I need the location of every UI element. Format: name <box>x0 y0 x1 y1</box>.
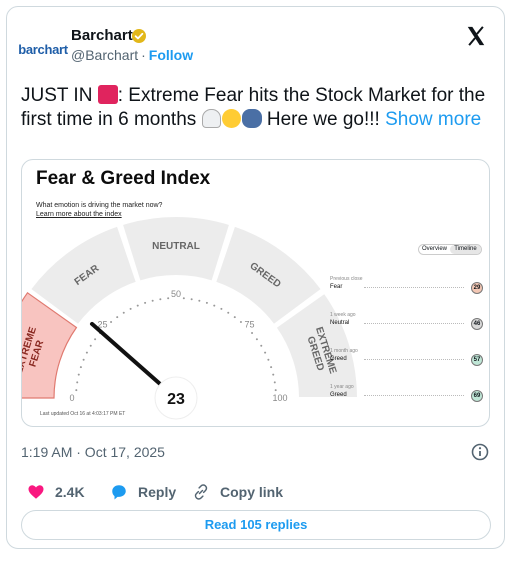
heart-icon <box>28 485 44 499</box>
history-divider <box>364 323 464 324</box>
history-badge: 69 <box>471 390 483 402</box>
screaming-face-emoji-icon <box>221 109 241 128</box>
last-updated-text: Last updated Oct 16 at 4:03:17 PM ET <box>40 411 126 417</box>
history-when: Previous close <box>330 276 363 282</box>
toggle-timeline: Timeline <box>450 245 481 254</box>
gauge-scale-dot <box>89 344 92 347</box>
gauge-scale-label: 0 <box>69 393 74 403</box>
info-icon[interactable] <box>471 443 489 461</box>
gauge-scale-dot <box>151 299 154 302</box>
copy-link-label: Copy link <box>220 484 284 500</box>
like-button[interactable]: 2.4K <box>27 483 85 501</box>
tweet-text-end: Here we go!!! <box>261 109 386 130</box>
gauge-scale-dot <box>227 311 230 314</box>
history-1-year: 1 year ago Greed 69 <box>330 384 483 402</box>
history-when: 1 year ago <box>330 384 354 390</box>
history-1-month: 1 month ago Greed 57 <box>330 348 483 366</box>
avatar[interactable]: barchart <box>18 31 68 67</box>
author-display-name[interactable]: Barchart <box>71 27 133 44</box>
people-hugging-emoji-icon <box>241 109 262 128</box>
gauge-scale-dot <box>167 297 170 300</box>
gauge-scale-dot <box>136 304 139 307</box>
x-logo-icon[interactable] <box>465 25 487 47</box>
gauge-scale-dot <box>159 298 162 301</box>
link-icon <box>194 484 208 500</box>
gauge-scale-dot <box>110 320 113 323</box>
gauge-scale-dot <box>190 298 193 301</box>
gauge-scale-dot <box>182 297 185 300</box>
read-replies-button[interactable]: Read 105 replies <box>21 510 491 540</box>
gauge-scale-label: 75 <box>245 319 255 329</box>
tweet-text: JUST IN : Extreme Fear hits the Stock Ma… <box>21 84 491 132</box>
author-handle[interactable]: @Barchart <box>71 47 138 63</box>
gauge-scale-dot <box>79 366 82 369</box>
gauge-scale-label: 100 <box>272 393 287 403</box>
gauge-scale-dot <box>144 301 147 304</box>
gauge-scale-label: 50 <box>171 289 181 299</box>
follow-button[interactable]: Follow <box>149 47 193 63</box>
like-count: 2.4K <box>55 484 85 500</box>
gauge-scale-dot <box>82 358 85 361</box>
tweet-timestamp[interactable]: 1:19 AM · Oct 17, 2025 <box>21 444 165 460</box>
history-badge: 57 <box>471 354 483 366</box>
ghost-emoji-icon <box>201 109 221 128</box>
history-badge: 29 <box>471 282 483 294</box>
history-1-week: 1 week ago Neutral 46 <box>330 312 483 330</box>
tweet-text-start: JUST IN <box>21 85 98 106</box>
gauge-segment-label: NEUTRAL <box>152 241 200 252</box>
media-image-card[interactable]: Fear & Greed Index What emotion is drivi… <box>21 159 490 427</box>
gauge-scale-dot <box>274 389 277 392</box>
history-divider <box>364 359 464 360</box>
gauge-scale-dot <box>85 351 88 354</box>
verified-badge-icon <box>132 29 146 43</box>
gauge-scale-dot <box>198 299 201 302</box>
gauge-scale-dot <box>270 366 273 369</box>
gauge-value: 23 <box>167 391 185 408</box>
gauge-scale-dot <box>272 373 275 376</box>
gauge-scale-dot <box>94 338 97 341</box>
gauge-scale-dot <box>239 320 242 323</box>
copy-link-button[interactable]: Copy link <box>192 483 283 501</box>
history-when: 1 month ago <box>330 348 358 354</box>
gauge-scale-dot <box>77 373 80 376</box>
reply-label: Reply <box>138 484 177 500</box>
view-toggle: Overview Timeline <box>418 244 482 255</box>
gauge-scale-dot <box>260 344 263 347</box>
history-previous-close: Previous close Fear 29 <box>330 276 483 294</box>
gauge-scale-dot <box>213 304 216 307</box>
gauge-scale-dot <box>75 389 78 392</box>
gauge-scale-dot <box>220 307 223 310</box>
toggle-overview: Overview <box>421 246 447 252</box>
show-more-link[interactable]: Show more <box>385 109 481 130</box>
gauge-scale-dot <box>251 332 254 335</box>
history-divider <box>364 395 464 396</box>
gauge-scale-dot <box>122 311 125 314</box>
reply-button[interactable]: Reply <box>110 483 176 501</box>
history-when: 1 week ago <box>330 312 356 318</box>
gauge-scale-dot <box>273 381 276 384</box>
action-bar: 2.4K Reply Copy link <box>21 483 491 505</box>
gauge-scale-dot <box>129 307 132 310</box>
siren-emoji-icon <box>97 85 118 104</box>
gauge-scale-dot <box>205 301 208 304</box>
history-divider <box>364 287 464 288</box>
gauge-scale-dot <box>233 316 236 319</box>
handle-row: @Barchart · Follow <box>71 47 193 63</box>
gauge-scale-dot <box>264 351 267 354</box>
history-badge: 46 <box>471 318 483 330</box>
tweet-card: barchart Barchart @Barchart · Follow JUST … <box>6 6 505 549</box>
gauge-scale-dot <box>255 338 258 341</box>
reply-bubble-icon <box>112 485 126 500</box>
gauge-scale-dot <box>76 381 79 384</box>
gauge-scale-dot <box>116 316 119 319</box>
gauge-scale-dot <box>267 358 270 361</box>
avatar-logo-text: barchart <box>18 41 68 57</box>
separator-dot: · <box>141 47 146 63</box>
